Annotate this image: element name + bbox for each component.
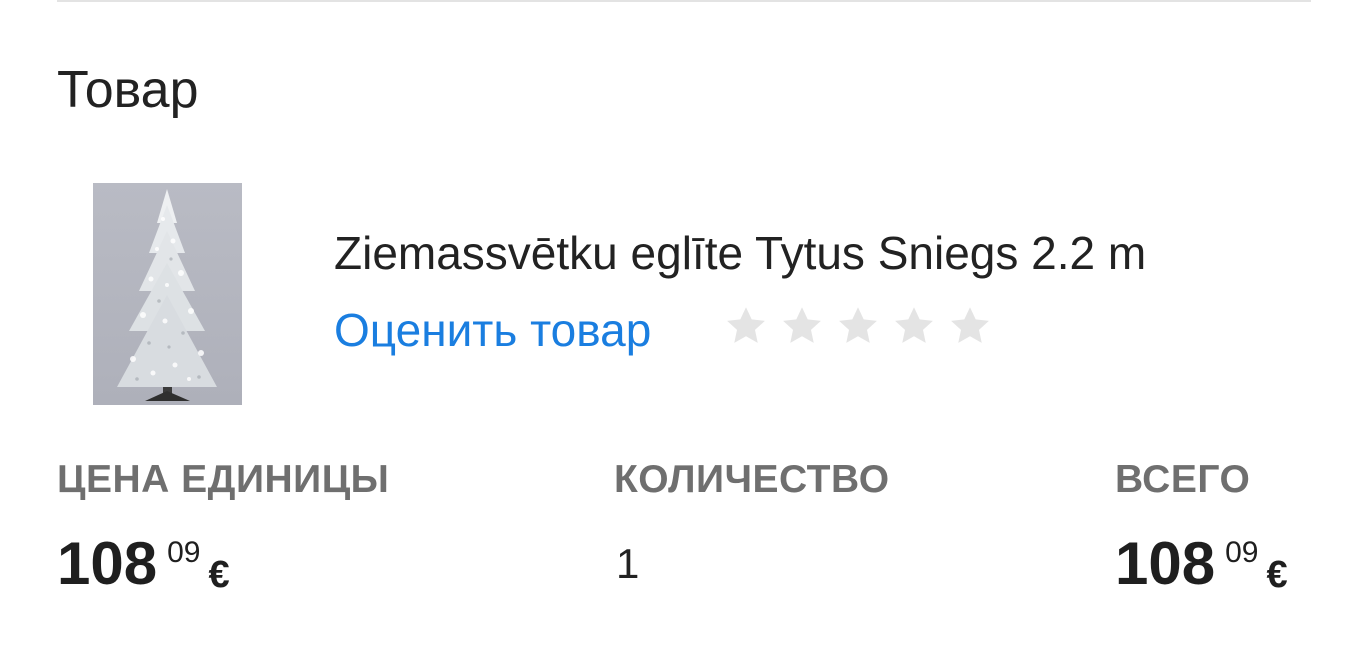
divider bbox=[57, 0, 1311, 2]
total-label: ВСЕГО bbox=[1115, 458, 1251, 501]
quantity-value: 1 bbox=[616, 540, 640, 587]
quantity-label: КОЛИЧЕСТВО bbox=[614, 458, 890, 501]
unit-price-whole: 108 bbox=[57, 530, 158, 597]
section-title: Товар bbox=[57, 61, 199, 119]
christmas-tree-image bbox=[117, 189, 217, 401]
total-price-currency: € bbox=[1266, 554, 1288, 596]
star-icon[interactable] bbox=[948, 304, 992, 348]
total-price-whole: 108 bbox=[1115, 530, 1216, 597]
star-icon[interactable] bbox=[892, 304, 936, 348]
star-icon[interactable] bbox=[724, 304, 768, 348]
star-icon[interactable] bbox=[780, 304, 824, 348]
unit-price-label: ЦЕНА ЕДИНИЦЫ bbox=[57, 458, 390, 501]
unit-price-currency: € bbox=[208, 554, 230, 596]
unit-price-cents: 09 bbox=[167, 536, 201, 569]
product-image[interactable] bbox=[93, 183, 242, 405]
rate-product-link[interactable]: Оценить товар bbox=[334, 303, 651, 358]
total-price-cents: 09 bbox=[1225, 536, 1259, 569]
product-name[interactable]: Ziemassvētku eglīte Tytus Sniegs 2.2 m bbox=[334, 226, 1146, 281]
rating-stars bbox=[724, 304, 992, 348]
total-price: 108 09 € bbox=[1115, 530, 1288, 597]
unit-price: 108 09 € bbox=[57, 530, 230, 597]
cart-item-page: Товар Ziemassvētku eglīte Tytus Sniegs 2… bbox=[0, 0, 1366, 653]
star-icon[interactable] bbox=[836, 304, 880, 348]
